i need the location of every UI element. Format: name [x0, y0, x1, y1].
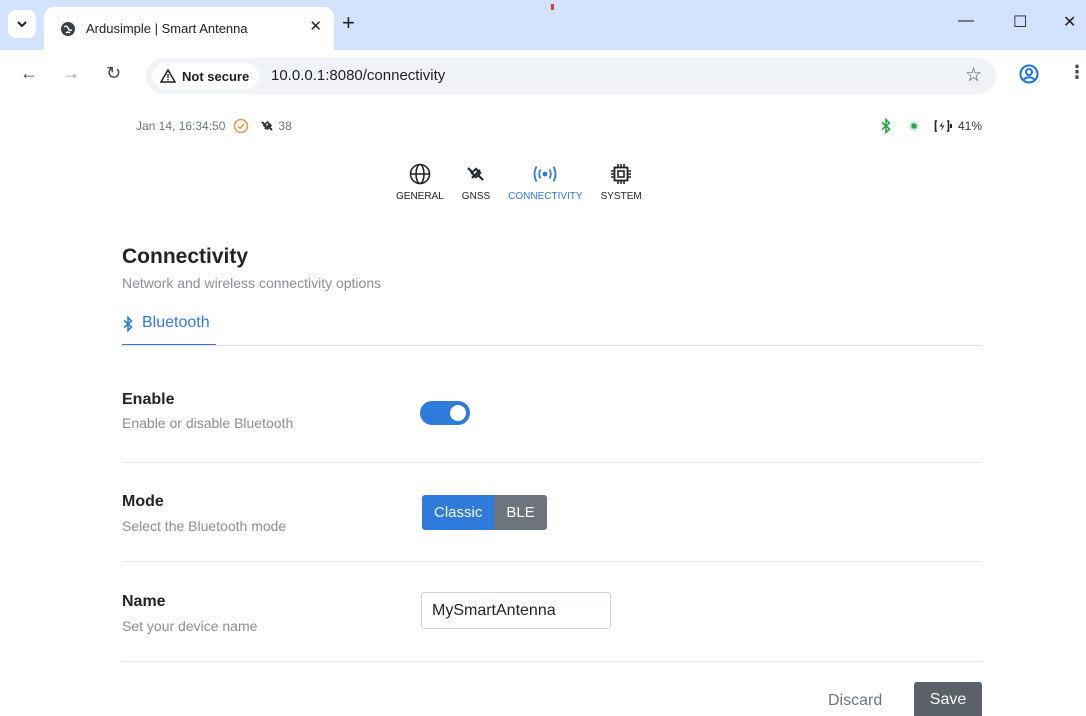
recording-indicator [551, 4, 554, 10]
nav-gnss[interactable]: GNSS [462, 163, 490, 202]
enable-title: Enable [122, 391, 175, 408]
datetime: Jan 14, 16:34:50 [136, 119, 226, 133]
bookmark-star-icon[interactable]: ☆ [965, 64, 982, 87]
mode-button-group: Classic BLE [422, 495, 547, 530]
nav-gnss-label: GNSS [461, 191, 491, 202]
mode-ble-button[interactable]: BLE [494, 495, 547, 530]
profile-icon[interactable] [1019, 64, 1039, 89]
chip-icon [611, 164, 632, 184]
globe-icon [409, 163, 431, 185]
nav-connectivity[interactable]: CONNECTIVITY [508, 163, 583, 202]
nav-general[interactable]: GENERAL [396, 163, 444, 202]
save-button[interactable]: Save [914, 682, 982, 716]
device-name-input[interactable] [421, 592, 611, 629]
tab-search-button[interactable] [8, 10, 36, 38]
toggle-knob [450, 405, 466, 421]
close-tab-icon[interactable]: ✕ [309, 17, 322, 35]
globe-favicon-icon [60, 21, 76, 37]
row-divider [122, 561, 982, 562]
status-right: 41% [880, 118, 982, 134]
nav-general-label: GENERAL [396, 191, 444, 202]
minimize-button[interactable]: — [958, 12, 974, 30]
status-left: Jan 14, 16:34:50 38 [136, 118, 292, 134]
address-bar[interactable]: Not secure 10.0.0.1:8080/connectivity ☆ [146, 58, 996, 94]
security-label: Not secure [182, 68, 250, 84]
bluetooth-icon [123, 316, 133, 332]
reload-button[interactable]: ↻ [106, 63, 121, 84]
wireless-icon [533, 166, 557, 182]
tab-title: Ardusimple | Smart Antenna [86, 21, 248, 36]
window-close-button[interactable]: ✕ [1063, 12, 1076, 32]
warning-icon [160, 69, 176, 83]
satellite-icon [467, 167, 484, 181]
forward-button[interactable]: → [62, 63, 80, 84]
chevron-down-icon [17, 21, 27, 28]
nav-system-label: SYSTEM [600, 191, 642, 202]
name-title: Name [122, 593, 166, 610]
nav-system[interactable]: SYSTEM [601, 163, 642, 202]
discard-button[interactable]: Discard [828, 692, 882, 710]
enable-description: Enable or disable Bluetooth [122, 415, 294, 431]
mode-classic-button[interactable]: Classic [422, 495, 495, 530]
menu-kebab-icon[interactable]: ⋮ [1068, 62, 1086, 83]
battery-percent: 41% [957, 119, 982, 133]
mode-description: Select the Bluetooth mode [122, 518, 287, 534]
tab-bluetooth[interactable]: Bluetooth [122, 314, 216, 346]
name-description: Set your device name [122, 618, 258, 634]
browser-tabstrip: Ardusimple | Smart Antenna ✕ + — ☐ ✕ [0, 0, 1086, 50]
tab-bluetooth-label: Bluetooth [142, 314, 210, 331]
browser-toolbar: ← → ↻ Not secure 10.0.0.1:8080/connectiv… [0, 50, 1086, 102]
battery-charging-icon [934, 120, 952, 132]
security-chip[interactable]: Not secure [152, 63, 260, 89]
back-button[interactable]: ← [20, 63, 38, 84]
mode-title: Mode [122, 493, 164, 510]
tab-underline-divider [122, 345, 982, 346]
maximize-button[interactable]: ☐ [1013, 12, 1027, 32]
page-subtitle: Network and wireless connectivity option… [122, 275, 382, 291]
fix-status-icon [234, 118, 249, 134]
browser-tab[interactable]: Ardusimple | Smart Antenna ✕ [44, 7, 334, 50]
url-text[interactable]: 10.0.0.1:8080/connectivity [271, 67, 445, 84]
row-divider [122, 462, 982, 463]
connection-status-dot-icon [908, 121, 919, 131]
main-nav: GENERAL GNSS CONNECTIVITY SYSTEM [396, 163, 660, 202]
satellite-count: 38 [278, 119, 292, 133]
satellite-count-icon [261, 120, 274, 131]
row-divider [122, 661, 982, 662]
new-tab-button[interactable]: + [342, 12, 355, 34]
bluetooth-enable-toggle[interactable] [420, 401, 470, 425]
bluetooth-status-icon [881, 118, 891, 134]
nav-connectivity-label: CONNECTIVITY [508, 191, 583, 202]
page-title: Connectivity [122, 245, 249, 268]
